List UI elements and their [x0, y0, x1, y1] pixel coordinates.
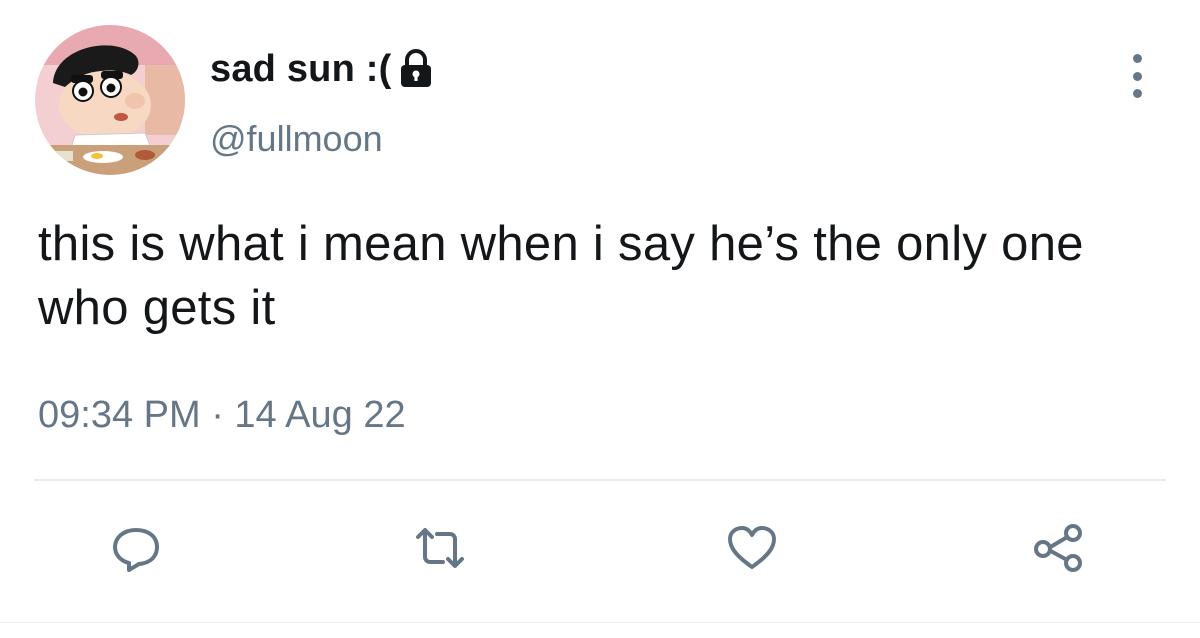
retweet-icon	[416, 528, 464, 568]
reply-button[interactable]	[106, 518, 166, 578]
retweet-button[interactable]	[410, 518, 470, 578]
tweet-text: this is what i mean when i say he’s the …	[38, 217, 1084, 335]
user-handle[interactable]: @fullmoon	[210, 118, 383, 160]
divider	[34, 479, 1166, 481]
more-options-button[interactable]	[1122, 54, 1152, 98]
more-vertical-icon	[1132, 89, 1142, 98]
display-name-row: sad sun :(	[210, 44, 435, 94]
tweet-timestamp[interactable]: 09:34 PM · 14 Aug 22	[38, 394, 406, 437]
display-name[interactable]: sad sun :(	[210, 48, 391, 91]
more-vertical-icon	[1132, 54, 1142, 63]
tweet-card: sad sun :( @fullmoon this is what i mean…	[0, 0, 1200, 638]
more-vertical-icon	[1132, 71, 1142, 81]
lock-icon	[397, 49, 435, 89]
share-button[interactable]	[1028, 518, 1088, 578]
heart-icon	[728, 526, 776, 569]
reply-icon	[113, 528, 159, 572]
bottom-border	[0, 622, 1200, 638]
avatar[interactable]	[35, 25, 185, 175]
share-icon	[1034, 524, 1082, 572]
avatar-image	[35, 25, 185, 175]
like-button[interactable]	[722, 518, 782, 578]
